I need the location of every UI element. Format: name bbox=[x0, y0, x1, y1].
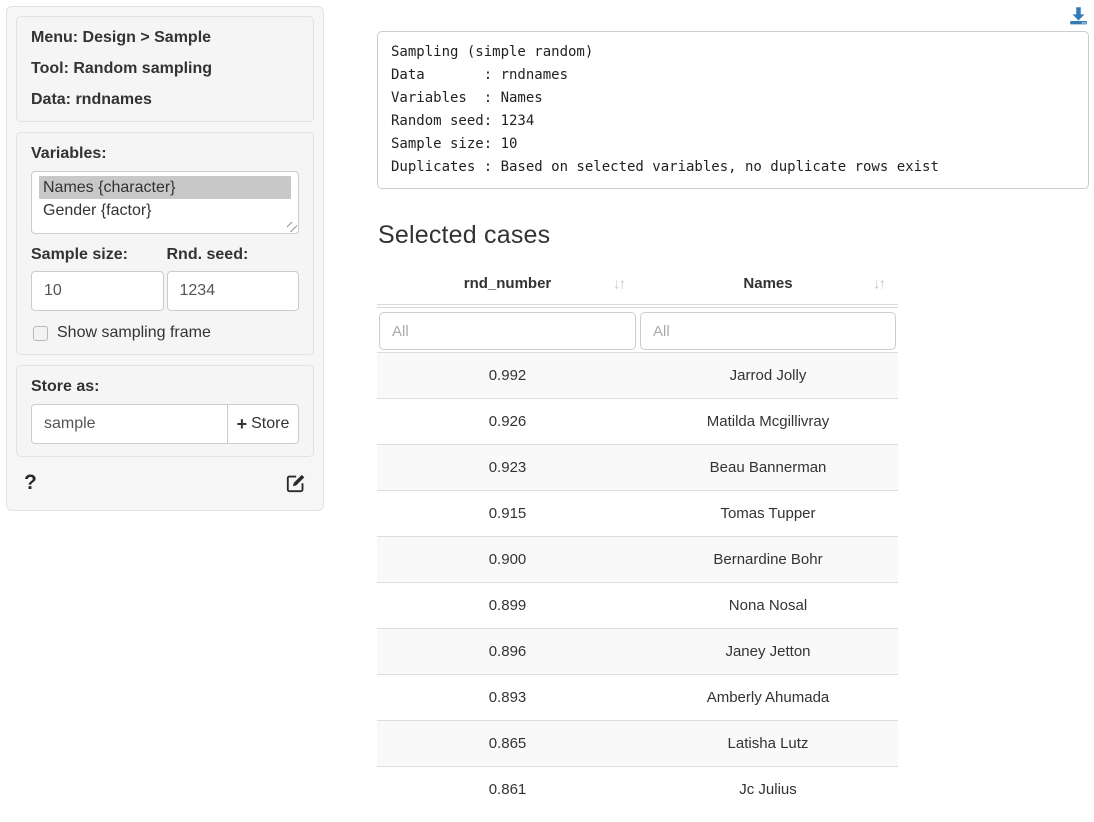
app-window: Menu: Design > Sample Tool: Random sampl… bbox=[0, 0, 1094, 822]
size-seed-row: Sample size: Rnd. seed: bbox=[31, 246, 299, 311]
store-button[interactable]: + Store bbox=[227, 404, 299, 444]
show-sampling-frame-row: Show sampling frame bbox=[31, 324, 299, 342]
table-row: 0.861 Jc Julius bbox=[377, 767, 898, 813]
selected-cases-heading: Selected cases bbox=[378, 221, 550, 250]
variables-listbox[interactable]: Names {character} Gender {factor} bbox=[31, 171, 299, 234]
table-row: 0.893 Amberly Ahumada bbox=[377, 675, 898, 721]
cell-name: Jarrod Jolly bbox=[638, 353, 898, 399]
sidebar: Menu: Design > Sample Tool: Random sampl… bbox=[6, 6, 324, 511]
cell-name: Janey Jetton bbox=[638, 629, 898, 675]
edit-icon[interactable] bbox=[286, 473, 306, 493]
cell-rnd-number: 0.900 bbox=[377, 537, 638, 583]
cell-rnd-number: 0.992 bbox=[377, 353, 638, 399]
column-header-names[interactable]: Names ↓↑ bbox=[638, 263, 898, 306]
store-as-label: Store as: bbox=[31, 378, 299, 396]
cell-rnd-number: 0.865 bbox=[377, 721, 638, 767]
sampling-summary-output: Sampling (simple random) Data : rndnames… bbox=[377, 31, 1089, 189]
cell-name: Bernardine Bohr bbox=[638, 537, 898, 583]
cell-name: Beau Bannerman bbox=[638, 445, 898, 491]
cell-name: Jc Julius bbox=[638, 767, 898, 813]
dataset-name: Data: rndnames bbox=[31, 91, 299, 109]
download-icon[interactable] bbox=[1069, 6, 1088, 25]
column-header-label: rnd_number bbox=[464, 275, 552, 292]
cell-rnd-number: 0.893 bbox=[377, 675, 638, 721]
tool-name: Tool: Random sampling bbox=[31, 60, 299, 78]
cell-rnd-number: 0.923 bbox=[377, 445, 638, 491]
table-row: 0.915 Tomas Tupper bbox=[377, 491, 898, 537]
sort-icon[interactable]: ↓↑ bbox=[873, 275, 884, 292]
cell-name: Nona Nosal bbox=[638, 583, 898, 629]
column-header-rnd-number[interactable]: rnd_number ↓↑ bbox=[377, 263, 638, 306]
cell-rnd-number: 0.899 bbox=[377, 583, 638, 629]
cell-rnd-number: 0.861 bbox=[377, 767, 638, 813]
rnd-seed-label: Rnd. seed: bbox=[167, 246, 300, 264]
column-header-label: Names bbox=[743, 275, 792, 292]
store-panel: Store as: + Store bbox=[16, 365, 314, 457]
selected-cases-table: rnd_number ↓↑ Names ↓↑ 0.992 Jarrod Jol bbox=[377, 263, 898, 813]
table-row: 0.923 Beau Bannerman bbox=[377, 445, 898, 491]
menu-path: Menu: Design > Sample bbox=[31, 29, 299, 47]
context-panel: Menu: Design > Sample Tool: Random sampl… bbox=[16, 16, 314, 122]
table-row: 0.992 Jarrod Jolly bbox=[377, 353, 898, 399]
filter-input-names[interactable] bbox=[640, 312, 896, 350]
store-button-label: Store bbox=[251, 415, 289, 433]
table-row: 0.926 Matilda Mcgillivray bbox=[377, 399, 898, 445]
cell-rnd-number: 0.915 bbox=[377, 491, 638, 537]
cell-name: Amberly Ahumada bbox=[638, 675, 898, 721]
table-row: 0.896 Janey Jetton bbox=[377, 629, 898, 675]
controls-panel: Variables: Names {character} Gender {fac… bbox=[16, 132, 314, 355]
table-row: 0.865 Latisha Lutz bbox=[377, 721, 898, 767]
filter-input-rnd-number[interactable] bbox=[379, 312, 636, 350]
store-name-input[interactable] bbox=[31, 404, 228, 444]
variables-label: Variables: bbox=[31, 145, 299, 163]
table-row: 0.899 Nona Nosal bbox=[377, 583, 898, 629]
table-filter-row bbox=[377, 306, 898, 353]
main-panel: Sampling (simple random) Data : rndnames… bbox=[377, 0, 1089, 822]
cell-rnd-number: 0.926 bbox=[377, 399, 638, 445]
rnd-seed-input[interactable] bbox=[167, 271, 300, 311]
table-row: 0.900 Bernardine Bohr bbox=[377, 537, 898, 583]
help-icon[interactable]: ? bbox=[24, 471, 37, 495]
cell-name: Latisha Lutz bbox=[638, 721, 898, 767]
cell-name: Matilda Mcgillivray bbox=[638, 399, 898, 445]
show-sampling-frame-checkbox[interactable] bbox=[33, 326, 48, 341]
variable-option-names[interactable]: Names {character} bbox=[39, 176, 291, 199]
variable-option-gender[interactable]: Gender {factor} bbox=[39, 199, 291, 222]
sidebar-footer: ? bbox=[16, 467, 314, 495]
sample-size-input[interactable] bbox=[31, 271, 164, 311]
table-header-row: rnd_number ↓↑ Names ↓↑ bbox=[377, 263, 898, 306]
sort-icon[interactable]: ↓↑ bbox=[613, 275, 624, 292]
plus-icon: + bbox=[237, 415, 248, 433]
cell-name: Tomas Tupper bbox=[638, 491, 898, 537]
resize-handle-icon[interactable] bbox=[287, 222, 297, 232]
cell-rnd-number: 0.896 bbox=[377, 629, 638, 675]
show-sampling-frame-label: Show sampling frame bbox=[57, 324, 211, 342]
sample-size-label: Sample size: bbox=[31, 246, 164, 264]
